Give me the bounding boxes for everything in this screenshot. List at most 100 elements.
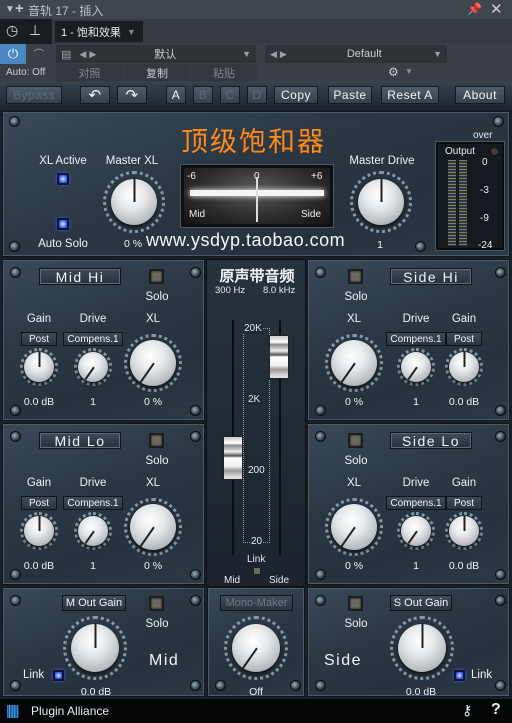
- drive-mode-select[interactable]: Compens.1: [386, 332, 446, 346]
- gain-knob[interactable]: [24, 516, 54, 546]
- copy-button[interactable]: Copy: [274, 86, 318, 104]
- xl-label: XL: [346, 477, 362, 489]
- xl-active-toggle[interactable]: [57, 173, 69, 185]
- copy-host-button[interactable]: 复制: [124, 64, 190, 81]
- gain-mode-select[interactable]: Post: [21, 332, 57, 346]
- band-solo-button[interactable]: [149, 433, 164, 448]
- band-solo-button[interactable]: [149, 269, 164, 284]
- link-toggle[interactable]: [253, 567, 261, 575]
- mid-label: Mid: [224, 575, 241, 586]
- gear-icon[interactable]: ⚙: [388, 65, 399, 79]
- preset-slot-select[interactable]: 1 - 饱和效果 ▼: [55, 21, 143, 42]
- next-preset-icon[interactable]: ▶: [280, 49, 287, 60]
- xl-knob[interactable]: [331, 340, 377, 386]
- screw-icon: [190, 595, 201, 606]
- automation-icon[interactable]: ⌒: [26, 44, 52, 64]
- bypass-button[interactable]: Bypass: [6, 86, 62, 104]
- band-solo-label: Solo: [145, 455, 169, 467]
- routing-icon[interactable]: ⊥: [29, 22, 41, 39]
- help-icon[interactable]: ?: [491, 701, 501, 719]
- chevron-down-icon: ▼: [126, 26, 136, 37]
- drive-mode-select[interactable]: Compens.1: [63, 496, 123, 510]
- next-preset-icon[interactable]: ▶: [89, 49, 96, 60]
- m-out-gain-knob[interactable]: [71, 623, 119, 672]
- screw-icon: [495, 595, 506, 606]
- gain-knob[interactable]: [24, 352, 54, 382]
- mid-solo-button[interactable]: [149, 596, 164, 611]
- drive-knob[interactable]: [78, 352, 108, 382]
- collapse-arrow-icon[interactable]: ▼: [5, 4, 15, 15]
- gain-knob[interactable]: [449, 516, 479, 546]
- pin-icon[interactable]: 📌: [467, 2, 482, 16]
- drive-mode-select[interactable]: Compens.1: [63, 332, 123, 346]
- mid-crossover-fader[interactable]: [223, 436, 243, 480]
- mono-maker-knob[interactable]: [232, 624, 280, 672]
- slot-d-button[interactable]: D: [247, 86, 267, 104]
- slot-b-button[interactable]: B: [193, 86, 213, 104]
- screw-icon: [415, 241, 426, 252]
- band-solo-button[interactable]: [348, 269, 363, 284]
- master-xl-label: Master XL: [105, 155, 159, 167]
- preset-select-left[interactable]: ▤ ◀ ▶ 默认 ▼: [56, 45, 256, 63]
- reset-button[interactable]: Reset A: [381, 86, 439, 104]
- key-icon[interactable]: ⚷: [462, 702, 472, 719]
- gain-mode-select[interactable]: Post: [21, 496, 57, 510]
- gain-value: 0.0 dB: [448, 560, 480, 572]
- prev-preset-icon[interactable]: ◀: [270, 49, 277, 60]
- xl-knob[interactable]: [331, 504, 377, 550]
- xl-label: XL: [145, 477, 161, 489]
- drive-mode-select[interactable]: Compens.1: [386, 496, 446, 510]
- mid-crossover-freq: 300 Hz: [215, 285, 246, 296]
- drive-knob[interactable]: [401, 516, 431, 546]
- output-scale-label: -9: [480, 213, 489, 224]
- band-solo-button[interactable]: [348, 433, 363, 448]
- xl-knob[interactable]: [130, 504, 176, 550]
- side-link-toggle[interactable]: [454, 670, 465, 681]
- slot-c-button[interactable]: C: [220, 86, 240, 104]
- clock-icon[interactable]: ◷: [6, 22, 18, 39]
- gain-mode-select[interactable]: Post: [446, 496, 482, 510]
- over-label: over: [473, 130, 493, 141]
- m-out-gain-value: 0.0 dB: [80, 686, 112, 698]
- s-out-gain-label: S Out Gain: [390, 595, 452, 611]
- drive-knob[interactable]: [401, 352, 431, 382]
- band-panel-mid-lo: Mid Lo Solo Gain Drive XL Post Compens.1…: [2, 423, 205, 585]
- output-meter-right-channel: [459, 160, 467, 246]
- slot-a-button[interactable]: A: [166, 86, 186, 104]
- side-solo-button[interactable]: [348, 596, 363, 611]
- side-crossover-fader[interactable]: [269, 335, 289, 379]
- save-preset-icon[interactable]: ▤: [61, 48, 71, 61]
- xl-value: 0 %: [344, 560, 364, 572]
- xl-knob[interactable]: [130, 340, 176, 386]
- gain-knob[interactable]: [449, 352, 479, 382]
- screw-icon: [495, 267, 506, 278]
- side-link-label: Link: [471, 669, 493, 681]
- gain-mode-select[interactable]: Post: [446, 332, 482, 346]
- master-xl-knob[interactable]: [111, 178, 157, 225]
- drive-label: Drive: [79, 313, 107, 325]
- power-icon[interactable]: ⏻: [0, 44, 26, 64]
- paste-button[interactable]: Paste: [328, 86, 372, 104]
- side-label: Side: [269, 575, 290, 586]
- add-icon[interactable]: +: [15, 0, 24, 17]
- redo-icon[interactable]: ↷: [117, 86, 147, 104]
- watermark: www.ysdyp.taobao.com: [146, 230, 346, 250]
- chevron-down-icon[interactable]: ▼: [405, 67, 413, 76]
- auto-solo-toggle[interactable]: [57, 218, 69, 230]
- master-drive-knob[interactable]: [358, 178, 404, 225]
- drive-knob[interactable]: [78, 516, 108, 546]
- prev-preset-icon[interactable]: ◀: [79, 49, 86, 60]
- about-button[interactable]: About: [455, 86, 505, 104]
- mid-link-toggle[interactable]: [53, 670, 64, 681]
- link-label: Link: [247, 554, 266, 565]
- xl-label: XL: [145, 313, 161, 325]
- preset-select-right[interactable]: ◀ ▶ Default ▼: [265, 45, 447, 63]
- s-out-gain-knob[interactable]: [398, 623, 446, 672]
- screw-icon: [315, 680, 326, 691]
- paste-host-button[interactable]: 粘贴: [191, 64, 257, 81]
- close-icon[interactable]: ✕: [490, 0, 503, 18]
- host-icon-group: ◷ ⊥: [0, 19, 52, 44]
- undo-icon[interactable]: ↶: [80, 86, 110, 104]
- meter-right-label: +6: [311, 171, 323, 182]
- compare-button[interactable]: 对照: [56, 64, 123, 81]
